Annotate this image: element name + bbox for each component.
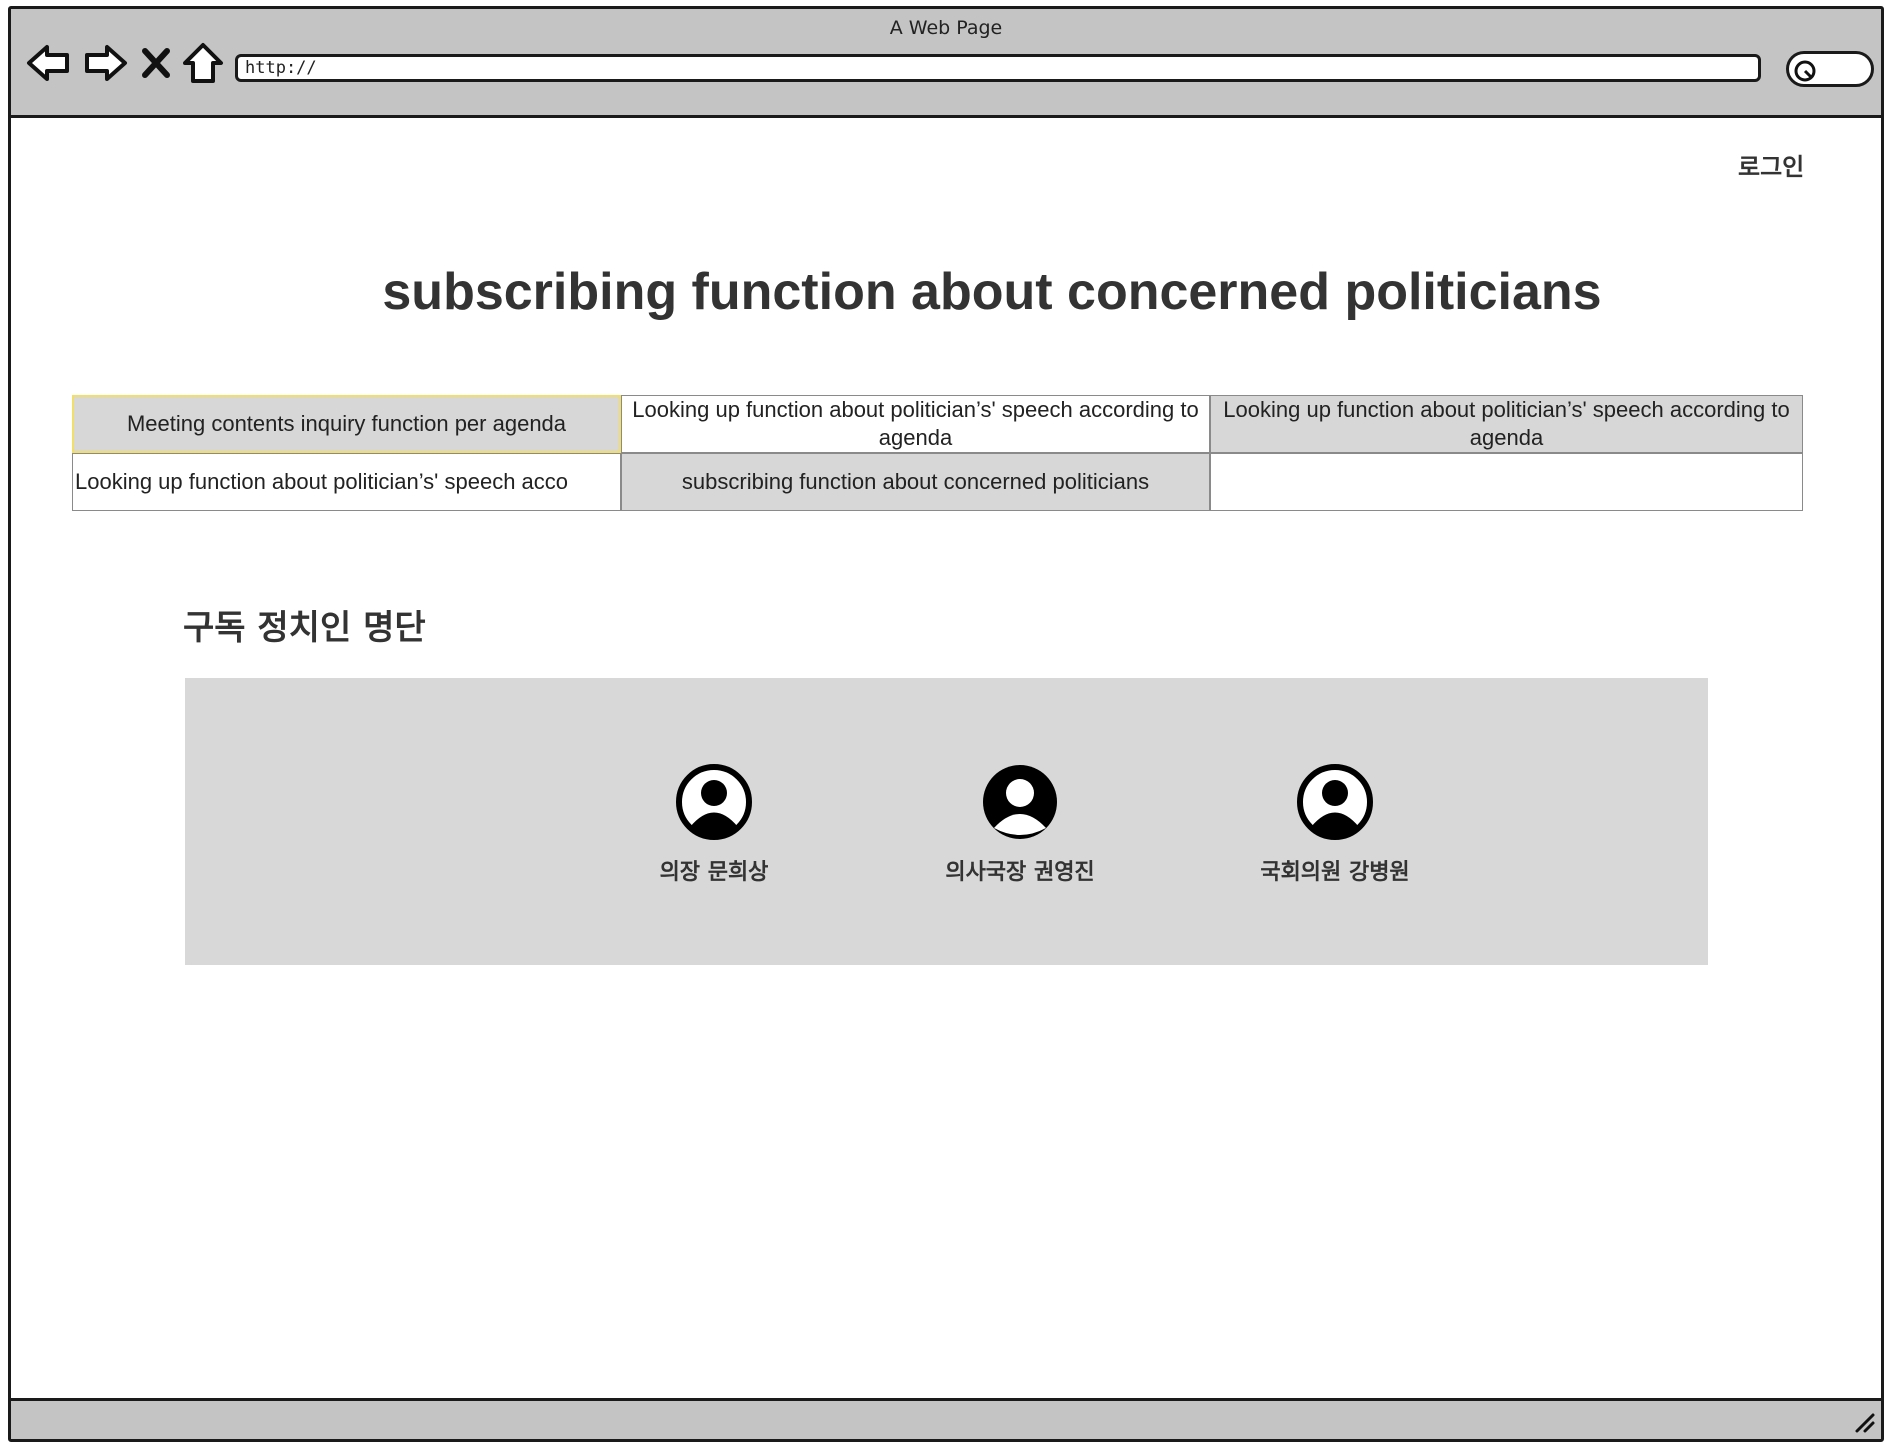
menu-item-speech-lookup[interactable]: Looking up function about politician’s' … xyxy=(621,395,1210,453)
search-icon xyxy=(1794,60,1816,82)
politician-name: 의사국장 권영진 xyxy=(945,860,1095,885)
back-arrow-icon[interactable] xyxy=(25,39,73,87)
browser-toolbar: A Web Page http:// xyxy=(11,9,1881,118)
home-icon[interactable] xyxy=(179,39,227,87)
stop-x-icon[interactable] xyxy=(137,39,185,87)
user-avatar-icon xyxy=(983,765,1057,839)
menu-item-speech-lookup-3[interactable]: Looking up function about politician’s' … xyxy=(72,453,621,511)
forward-arrow-icon[interactable] xyxy=(81,39,129,87)
politician-card[interactable]: 의장 문희상 xyxy=(604,764,824,886)
page-title: subscribing function about concerned pol… xyxy=(382,263,1602,321)
browser-statusbar xyxy=(11,1398,1881,1439)
politician-card[interactable]: 국회의원 강병원 xyxy=(1225,764,1445,886)
politician-name: 국회의원 강병원 xyxy=(1260,860,1410,885)
politician-card[interactable]: 의사국장 권영진 xyxy=(910,764,1130,886)
user-avatar-icon xyxy=(1297,764,1373,840)
window-title: A Web Page xyxy=(889,17,1003,39)
function-menu: Meeting contents inquiry function per ag… xyxy=(72,395,1803,511)
user-avatar-icon xyxy=(676,764,752,840)
subscribed-politicians-panel: 의장 문희상 의사국장 권영진 국회의원 강병원 xyxy=(185,678,1708,965)
menu-item-meeting-contents-inquiry[interactable]: Meeting contents inquiry function per ag… xyxy=(72,395,621,453)
subscribed-politicians-heading: 구독 정치인 명단 xyxy=(183,608,426,648)
menu-item-empty xyxy=(1210,453,1803,511)
browser-search-field[interactable] xyxy=(1786,51,1874,87)
address-bar[interactable]: http:// xyxy=(235,54,1761,82)
menu-item-subscribe-politicians[interactable]: subscribing function about concerned pol… xyxy=(621,453,1210,511)
resize-grip-icon[interactable] xyxy=(1851,1409,1877,1435)
login-link[interactable]: 로그인 xyxy=(1738,147,1804,182)
menu-item-speech-lookup-2[interactable]: Looking up function about politician’s' … xyxy=(1210,395,1803,453)
politician-name: 의장 문희상 xyxy=(659,860,769,885)
